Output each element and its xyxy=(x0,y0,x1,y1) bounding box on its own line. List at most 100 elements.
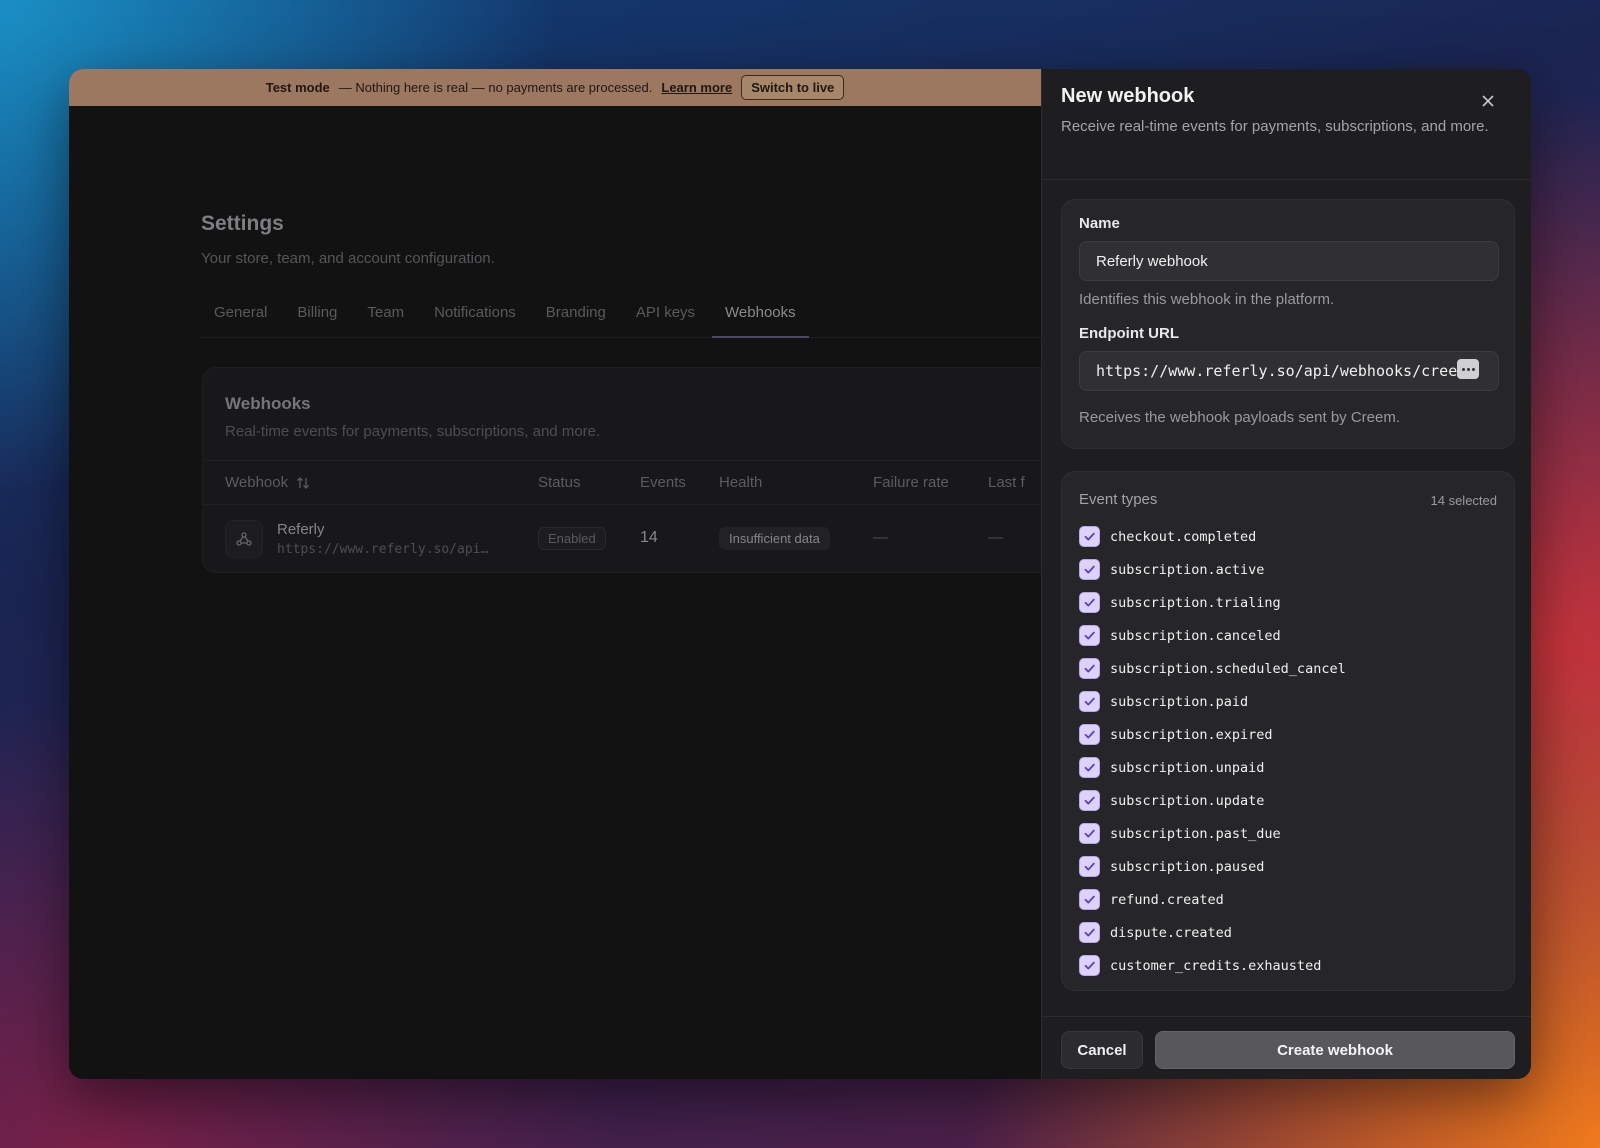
details-section: Name Identifies this webhook in the plat… xyxy=(1061,199,1515,449)
checkbox[interactable] xyxy=(1079,592,1100,613)
event-type-name: refund.created xyxy=(1110,891,1224,908)
checkbox[interactable] xyxy=(1079,790,1100,811)
tab-branding[interactable]: Branding xyxy=(533,296,619,338)
event-type-item[interactable]: subscription.update xyxy=(1079,784,1346,817)
tab-team[interactable]: Team xyxy=(354,296,417,338)
url-label: Endpoint URL xyxy=(1079,325,1179,342)
checkbox[interactable] xyxy=(1079,889,1100,910)
column-failure-rate: Failure rate xyxy=(873,474,949,491)
panel-title: New webhook xyxy=(1061,85,1195,107)
close-icon xyxy=(1482,95,1494,107)
event-type-item[interactable]: dispute.created xyxy=(1079,916,1346,949)
tab-api-keys[interactable]: API keys xyxy=(623,296,708,338)
learn-more-link[interactable]: Learn more xyxy=(661,80,732,95)
checkbox[interactable] xyxy=(1079,526,1100,547)
event-types-label: Event types xyxy=(1079,491,1158,508)
name-help: Identifies this webhook in the platform. xyxy=(1079,291,1335,308)
name-input[interactable] xyxy=(1079,241,1499,281)
webhook-url: https://www.referly.so/api… xyxy=(277,542,489,557)
table-row[interactable]: Referly https://www.referly.so/api… Enab… xyxy=(203,505,1061,573)
tab-general[interactable]: General xyxy=(201,296,280,338)
app-window: Test mode — Nothing here is real — no pa… xyxy=(69,69,1531,1079)
checkbox[interactable] xyxy=(1079,625,1100,646)
event-type-name: subscription.scheduled_cancel xyxy=(1110,660,1346,677)
event-type-name: subscription.update xyxy=(1110,792,1265,809)
column-events: Events xyxy=(640,474,686,491)
checkbox[interactable] xyxy=(1079,658,1100,679)
event-type-item[interactable]: subscription.unpaid xyxy=(1079,751,1346,784)
create-webhook-button[interactable]: Create webhook xyxy=(1155,1031,1515,1069)
card-subtitle: Real-time events for payments, subscript… xyxy=(225,423,601,440)
event-type-item[interactable]: refund.created xyxy=(1079,883,1346,916)
event-type-item[interactable]: checkout.completed xyxy=(1079,520,1346,553)
event-type-item[interactable]: subscription.scheduled_cancel xyxy=(1079,652,1346,685)
tab-billing[interactable]: Billing xyxy=(284,296,350,338)
check-icon xyxy=(1084,796,1095,805)
checkbox[interactable] xyxy=(1079,823,1100,844)
checkbox[interactable] xyxy=(1079,724,1100,745)
event-type-item[interactable]: subscription.expired xyxy=(1079,718,1346,751)
event-type-item[interactable]: customer_credits.exhausted xyxy=(1079,949,1346,982)
check-icon xyxy=(1084,532,1095,541)
checkbox[interactable] xyxy=(1079,757,1100,778)
health-badge: Insufficient data xyxy=(719,527,830,550)
page-title: Settings xyxy=(201,212,284,235)
checkbox[interactable] xyxy=(1079,691,1100,712)
banner-title: Test mode xyxy=(265,80,330,95)
tab-notifications[interactable]: Notifications xyxy=(421,296,529,338)
event-type-name: subscription.trialing xyxy=(1110,594,1281,611)
check-icon xyxy=(1084,961,1095,970)
panel-footer: Cancel Create webhook xyxy=(1042,1016,1531,1079)
column-webhook[interactable]: Webhook xyxy=(225,474,310,491)
event-type-name: customer_credits.exhausted xyxy=(1110,957,1322,974)
check-icon xyxy=(1084,697,1095,706)
checkbox[interactable] xyxy=(1079,922,1100,943)
check-icon xyxy=(1084,565,1095,574)
name-label: Name xyxy=(1079,215,1120,232)
checkbox[interactable] xyxy=(1079,856,1100,877)
event-type-name: subscription.paid xyxy=(1110,693,1249,710)
event-type-list: checkout.completed subscription.active sub… xyxy=(1079,520,1346,982)
webhook-icon xyxy=(225,520,263,558)
close-button[interactable] xyxy=(1474,87,1502,115)
event-type-item[interactable]: subscription.trialing xyxy=(1079,586,1346,619)
event-type-item[interactable]: subscription.paused xyxy=(1079,850,1346,883)
page-subtitle: Your store, team, and account configurat… xyxy=(201,250,495,267)
event-type-name: subscription.expired xyxy=(1110,726,1273,743)
check-icon xyxy=(1084,598,1095,607)
last-cell: — xyxy=(988,529,1003,546)
event-type-item[interactable]: subscription.paid xyxy=(1079,685,1346,718)
event-type-name: dispute.created xyxy=(1110,924,1232,941)
url-help: Receives the webhook payloads sent by Cr… xyxy=(1079,409,1401,426)
column-webhook-label: Webhook xyxy=(225,474,289,491)
more-options-button[interactable] xyxy=(1457,359,1479,379)
switch-to-live-button[interactable]: Switch to live xyxy=(741,75,845,100)
event-type-item[interactable]: subscription.canceled xyxy=(1079,619,1346,652)
settings-tabs: General Billing Team Notifications Brand… xyxy=(201,296,1041,338)
banner-message: — Nothing here is real — no payments are… xyxy=(338,80,653,95)
panel-divider xyxy=(1042,179,1531,180)
check-icon xyxy=(1084,631,1095,640)
column-status: Status xyxy=(538,474,581,491)
event-type-name: checkout.completed xyxy=(1110,528,1257,545)
tab-webhooks[interactable]: Webhooks xyxy=(712,296,809,338)
table-header: Webhook Status Events Health Failure rat… xyxy=(203,460,1061,505)
event-type-item[interactable]: subscription.active xyxy=(1079,553,1346,586)
event-type-name: subscription.past_due xyxy=(1110,825,1281,842)
card-title: Webhooks xyxy=(225,394,311,413)
endpoint-url-input[interactable] xyxy=(1079,351,1499,391)
event-type-name: subscription.paused xyxy=(1110,858,1265,875)
settings-page: Settings Your store, team, and account c… xyxy=(69,106,1062,1079)
sort-arrows-icon xyxy=(297,476,310,489)
checkbox[interactable] xyxy=(1079,559,1100,580)
cancel-button[interactable]: Cancel xyxy=(1061,1031,1143,1069)
new-webhook-panel: New webhook Receive real-time events for… xyxy=(1041,69,1531,1079)
test-mode-banner: Test mode — Nothing here is real — no pa… xyxy=(69,69,1041,106)
checkbox[interactable] xyxy=(1079,955,1100,976)
event-type-name: subscription.unpaid xyxy=(1110,759,1265,776)
check-icon xyxy=(1084,895,1095,904)
column-health: Health xyxy=(719,474,763,491)
check-icon xyxy=(1084,664,1095,673)
event-type-item[interactable]: subscription.past_due xyxy=(1079,817,1346,850)
column-last: Last f xyxy=(988,474,1025,491)
